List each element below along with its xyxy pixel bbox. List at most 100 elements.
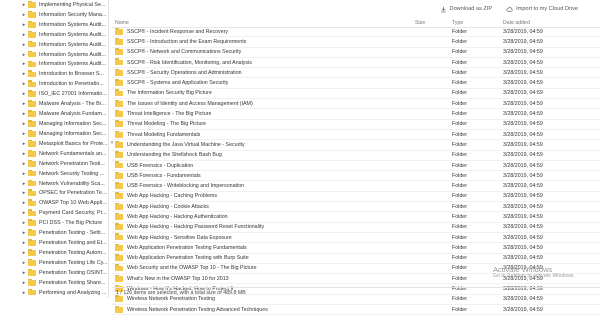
tree-item[interactable]: ▸Penetration Testing OSINT...: [0, 268, 108, 278]
tree-item-label: PCI DSS - The Big Picture: [39, 220, 102, 226]
expand-arrow-icon[interactable]: ▸: [20, 190, 28, 196]
tree-item[interactable]: ▸Penetration Testing Share...: [0, 278, 108, 288]
tree-item[interactable]: ▸Penetration Testing Autom...: [0, 248, 108, 258]
table-row[interactable]: SSCP® - Risk Identification, Monitoring,…: [112, 58, 600, 68]
table-row[interactable]: SSCP® - Network and Communications Secur…: [112, 48, 600, 58]
tree-item[interactable]: ▸ISO_IEC 27001 Informatio...: [0, 89, 108, 99]
expand-arrow-icon[interactable]: ▸: [20, 91, 28, 97]
tree-item[interactable]: ▸Penetration Testing Life Cy...: [0, 258, 108, 268]
expand-arrow-icon[interactable]: ▸: [20, 101, 28, 107]
table-row[interactable]: SSCP® - Introduction and the Exam Requir…: [112, 37, 600, 47]
table-row[interactable]: USB Forensics - FundamentalsFolder3/28/2…: [112, 171, 600, 181]
table-row[interactable]: USB Forensics - DuplicationFolder3/28/20…: [112, 161, 600, 171]
tree-item[interactable]: ▸ Performing and Analyzing ...: [0, 288, 108, 298]
table-row[interactable]: Understanding the Java Virtual Machine -…: [112, 140, 600, 150]
expand-arrow-icon[interactable]: ▸: [20, 260, 28, 266]
windows-activation-watermark: Activate Windows Go to Settings to activ…: [493, 266, 575, 279]
folder-icon: [28, 91, 36, 97]
row-name-cell: The Information Security Big Picture: [112, 90, 415, 96]
table-row[interactable]: Web App Hacking - Caching ProblemsFolder…: [112, 192, 600, 202]
expand-arrow-icon[interactable]: ▸: [20, 42, 28, 48]
table-row[interactable]: Threat Modeling FundamentalsFolder3/28/2…: [112, 130, 600, 140]
table-row[interactable]: Web App Hacking - Hacking Password Reset…: [112, 223, 600, 233]
tree-item[interactable]: ▸Penetration Testing - Setti...: [0, 228, 108, 238]
table-row[interactable]: Web Application Penetration Testing with…: [112, 254, 600, 264]
tree-item[interactable]: ▸Penetration Testing and Et...: [0, 238, 108, 248]
expand-arrow-icon[interactable]: ▸: [20, 240, 28, 246]
tree-item-label: Performing and Analyzing ...: [39, 290, 106, 296]
table-row[interactable]: SSCP® - Systems and Application Security…: [112, 78, 600, 88]
expand-arrow-icon[interactable]: ▸: [20, 61, 28, 67]
expand-arrow-icon[interactable]: ▸: [20, 210, 28, 216]
tree-item[interactable]: ▸Information Systems Audit...: [0, 50, 108, 60]
tree-item[interactable]: ▸Implementing Physical Se...: [0, 0, 108, 10]
expand-arrow-icon[interactable]: ▸: [20, 111, 28, 117]
tree-item[interactable]: ▸Network Penetration Testi...: [0, 159, 108, 169]
expand-arrow-icon[interactable]: ▸: [20, 220, 28, 226]
tree-item[interactable]: ▸Information Systems Audit...: [0, 20, 108, 30]
expand-arrow-icon[interactable]: ▸: [20, 161, 28, 167]
expand-arrow-icon[interactable]: ▸: [20, 2, 28, 8]
tree-item[interactable]: ▸Information Security Mana...: [0, 10, 108, 20]
expand-arrow-icon[interactable]: ▸: [20, 121, 28, 127]
folder-icon: [115, 193, 123, 199]
table-row[interactable]: Threat Modeling - The Big PictureFolder3…: [112, 120, 600, 130]
expand-arrow-icon[interactable]: ▸: [20, 200, 28, 206]
tree-item[interactable]: ▸Malware Analysis Fundam...: [0, 109, 108, 119]
table-row[interactable]: Threat Intelligence - The Big PictureFol…: [112, 109, 600, 119]
tree-item[interactable]: ▸Network Fundamentals an...: [0, 149, 108, 159]
expand-arrow-icon[interactable]: ▸: [20, 290, 28, 296]
tree-item[interactable]: ▸OPSEC for Penetration Tes...: [0, 189, 108, 199]
tree-item[interactable]: ▸Managing Information Sec...: [0, 119, 108, 129]
tree-item[interactable]: ▸OWASP Top 10 Web Applic...: [0, 198, 108, 208]
expand-arrow-icon[interactable]: ▸: [20, 280, 28, 286]
expand-arrow-icon[interactable]: ▸: [20, 171, 28, 177]
expand-arrow-icon[interactable]: ▸: [20, 250, 28, 256]
expand-arrow-icon[interactable]: ▸: [20, 151, 28, 157]
tree-item[interactable]: ▸Information Systems Audit...: [0, 40, 108, 50]
import-cloud-button[interactable]: Import to my Cloud Drive: [506, 6, 578, 13]
tree-item[interactable]: ▸Information Systems Audit...: [0, 30, 108, 40]
tree-item[interactable]: ▸Introduction to Penetratio...: [0, 79, 108, 89]
tree-item[interactable]: ▸Information Systems Audit...: [0, 60, 108, 70]
folder-tree-list: ▸Implementing Physical Se...▸Information…: [0, 0, 108, 298]
row-name-cell: USB Forensics - Writeblocking and Impers…: [112, 183, 415, 189]
column-date-header[interactable]: Date added: [503, 20, 593, 26]
table-row[interactable]: SSCP® - Incident Response and RecoveryFo…: [112, 27, 600, 37]
tree-item[interactable]: ▸ PCI DSS - The Big Picture: [0, 218, 108, 228]
table-row[interactable]: Web App Hacking - Sensitive Data Exposur…: [112, 233, 600, 243]
expand-arrow-icon[interactable]: ▸: [20, 131, 28, 137]
column-name-header[interactable]: Name: [112, 20, 415, 26]
folder-icon: [115, 132, 123, 138]
expand-arrow-icon[interactable]: ▸: [20, 230, 28, 236]
expand-arrow-icon[interactable]: ▸: [20, 81, 28, 87]
tree-item[interactable]: ▸Metasploit Basics for Prote...: [0, 139, 108, 149]
table-row[interactable]: Web App Hacking - Hacking Authentication…: [112, 212, 600, 222]
expand-arrow-icon[interactable]: ▸: [20, 12, 28, 18]
folder-icon: [28, 32, 36, 38]
tree-item[interactable]: ▸Malware Analysis - The Big...: [0, 99, 108, 109]
table-row[interactable]: Understanding the Shellshock Bash BugFol…: [112, 151, 600, 161]
expand-arrow-icon[interactable]: ▸: [20, 141, 28, 147]
table-row[interactable]: The Issues of Identity and Access Manage…: [112, 99, 600, 109]
tree-item[interactable]: ▸Payment Card Security, Pr...: [0, 208, 108, 218]
expand-arrow-icon[interactable]: ▸: [20, 71, 28, 77]
table-row[interactable]: The Information Security Big PictureFold…: [112, 89, 600, 99]
expand-arrow-icon[interactable]: ▸: [20, 270, 28, 276]
download-zip-button[interactable]: Download as ZIP: [440, 6, 493, 13]
expand-arrow-icon[interactable]: ▸: [20, 22, 28, 28]
table-row[interactable]: Web App Hacking - Cookie AttacksFolder3/…: [112, 202, 600, 212]
column-size-header[interactable]: Size: [415, 20, 452, 26]
table-row[interactable]: SSCP® - Security Operations and Administ…: [112, 68, 600, 78]
column-type-header[interactable]: Type: [452, 20, 503, 26]
table-row[interactable]: Wireless Network Penetration Testing Adv…: [112, 305, 600, 315]
tree-item[interactable]: ▸Network Security Testing ...: [0, 169, 108, 179]
expand-arrow-icon[interactable]: ▸: [20, 181, 28, 187]
expand-arrow-icon[interactable]: ▸: [20, 32, 28, 38]
tree-item[interactable]: ▸Introduction to Browser S...: [0, 69, 108, 79]
expand-arrow-icon[interactable]: ▸: [20, 52, 28, 58]
table-row[interactable]: Web Application Penetration Testing Fund…: [112, 243, 600, 253]
table-row[interactable]: USB Forensics - Writeblocking and Impers…: [112, 181, 600, 191]
tree-item[interactable]: ▸Network Vulnerability Sca...: [0, 179, 108, 189]
tree-item[interactable]: ▸Managing Information Sec...: [0, 129, 108, 139]
